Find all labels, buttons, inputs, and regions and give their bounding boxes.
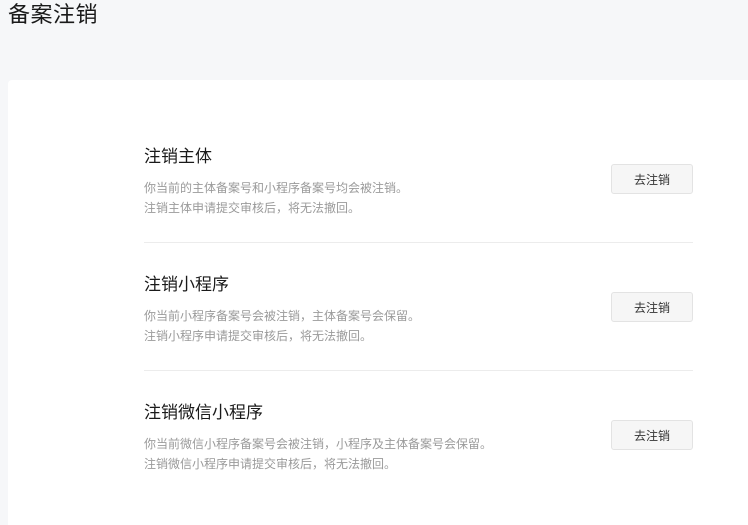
option-description: 你当前的主体备案号和小程序备案号均会被注销。 注销主体申请提交审核后，将无法撤回… <box>144 178 408 218</box>
option-desc-line: 你当前的主体备案号和小程序备案号均会被注销。 <box>144 181 409 195</box>
option-title: 注销小程序 <box>144 275 229 295</box>
page-title: 备案注销 <box>8 3 99 28</box>
divider <box>144 242 693 243</box>
option-desc-line: 注销主体申请提交审核后，将无法撤回。 <box>144 201 361 215</box>
option-title: 注销微信小程序 <box>144 403 263 423</box>
option-desc-line: 注销微信小程序申请提交审核后，将无法撤回。 <box>144 457 397 471</box>
deregistration-card: 注销主体 你当前的主体备案号和小程序备案号均会被注销。 注销主体申请提交审核后，… <box>8 80 748 525</box>
option-title: 注销主体 <box>144 147 212 167</box>
deregister-miniprogram-button[interactable]: 去注销 <box>611 292 693 322</box>
option-desc-line: 注销小程序申请提交审核后，将无法撤回。 <box>144 329 373 343</box>
option-deregister-entity: 注销主体 你当前的主体备案号和小程序备案号均会被注销。 注销主体申请提交审核后，… <box>144 130 693 258</box>
option-desc-line: 你当前小程序备案号会被注销，主体备案号会保留。 <box>144 309 421 323</box>
option-deregister-wechat-miniprogram: 注销微信小程序 你当前微信小程序备案号会被注销，小程序及主体备案号会保留。 注销… <box>144 386 693 514</box>
option-desc-line: 你当前微信小程序备案号会被注销，小程序及主体备案号会保留。 <box>144 437 493 451</box>
deregister-entity-button[interactable]: 去注销 <box>611 164 693 194</box>
deregister-wechat-miniprogram-button[interactable]: 去注销 <box>611 420 693 450</box>
divider <box>144 370 693 371</box>
option-description: 你当前小程序备案号会被注销，主体备案号会保留。 注销小程序申请提交审核后，将无法… <box>144 306 420 346</box>
option-deregister-miniprogram: 注销小程序 你当前小程序备案号会被注销，主体备案号会保留。 注销小程序申请提交审… <box>144 258 693 386</box>
option-description: 你当前微信小程序备案号会被注销，小程序及主体备案号会保留。 注销微信小程序申请提… <box>144 434 492 474</box>
